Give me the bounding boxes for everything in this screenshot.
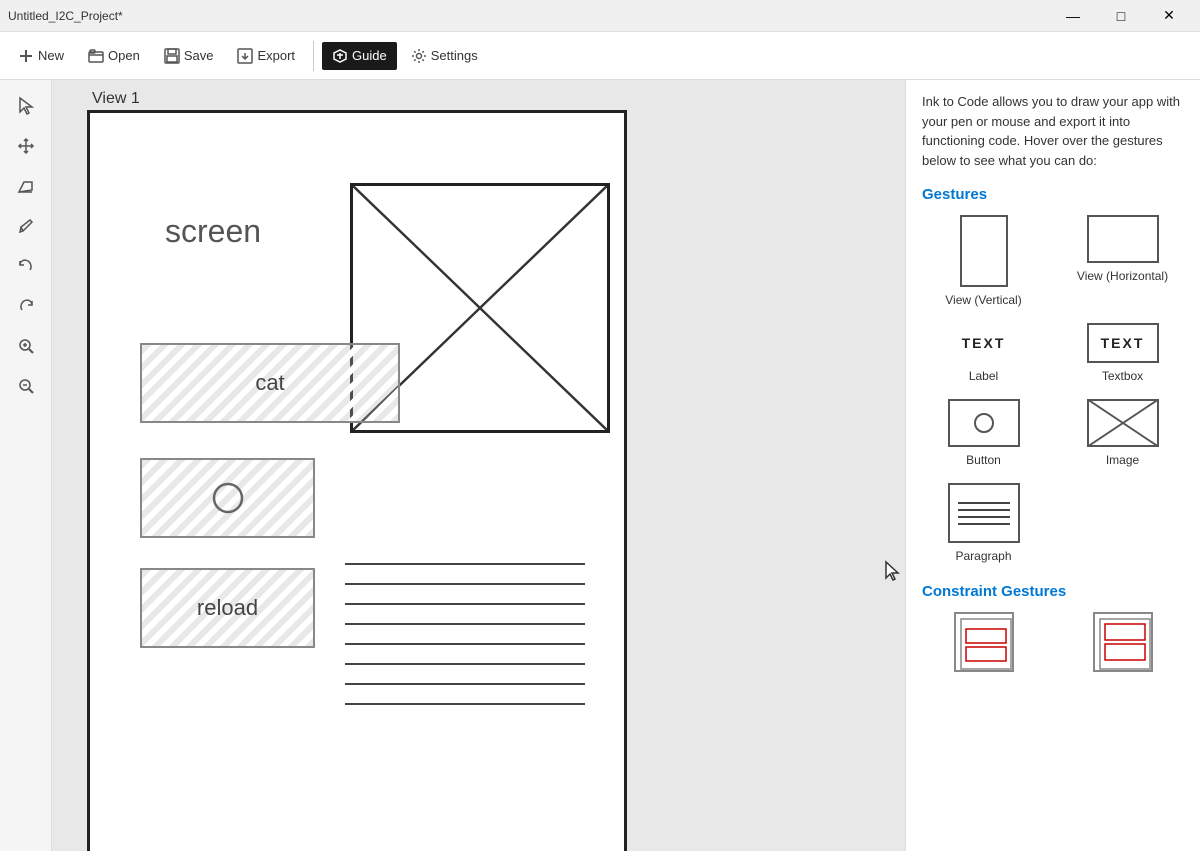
label-gesture-label: Label: [969, 369, 998, 383]
gesture-view-horizontal[interactable]: View (Horizontal): [1061, 215, 1184, 307]
para-line-1: [345, 563, 585, 565]
textbox-gesture-label: Textbox: [1102, 369, 1143, 383]
right-panel: Ink to Code allows you to draw your app …: [905, 80, 1200, 851]
button-gesture-label: Button: [966, 453, 1001, 467]
select-tool[interactable]: [8, 88, 44, 124]
button-gesture-icon: [948, 399, 1020, 447]
main-toolbar: New Open Save Export Guide: [0, 32, 1200, 80]
pan-tool[interactable]: [8, 128, 44, 164]
gestures-grid: View (Vertical) View (Horizontal) TEXT L…: [922, 215, 1184, 563]
toolbar-divider: [313, 41, 314, 71]
gesture-textbox[interactable]: TEXT Textbox: [1061, 323, 1184, 383]
gestures-section-title: Gestures: [922, 186, 1184, 203]
zoom-out-tool[interactable]: [8, 368, 44, 404]
button-circle[interactable]: [140, 458, 315, 538]
open-button[interactable]: Open: [78, 42, 150, 70]
textbox-icon: TEXT: [1087, 323, 1159, 363]
phone-frame: screen cat reload: [87, 110, 627, 851]
gesture-paragraph[interactable]: Paragraph: [922, 483, 1045, 563]
constraint-grid: [922, 612, 1184, 672]
paragraph-gesture-icon: [948, 483, 1020, 543]
constraint-section-title: Constraint Gestures: [922, 583, 1184, 600]
save-button[interactable]: Save: [154, 42, 224, 70]
para-line-8: [345, 703, 585, 705]
panel-intro: Ink to Code allows you to draw your app …: [922, 92, 1184, 170]
close-button[interactable]: ✕: [1146, 0, 1192, 32]
pencil-tool[interactable]: [8, 208, 44, 244]
title-bar: Untitled_I2C_Project* — □ ✕: [0, 0, 1200, 32]
settings-button[interactable]: Settings: [401, 42, 488, 70]
canvas-area[interactable]: View 1 screen cat: [52, 80, 905, 851]
button-circle-icon: [208, 478, 248, 518]
app-title: Untitled_I2C_Project*: [8, 9, 123, 23]
save-icon: [164, 48, 180, 64]
paragraph-gesture-label: Paragraph: [955, 549, 1011, 563]
eraser-tool[interactable]: [8, 168, 44, 204]
open-icon: [88, 48, 104, 64]
para-line-4: [345, 623, 585, 625]
button-reload[interactable]: reload: [140, 568, 315, 648]
view-vertical-label: View (Vertical): [945, 293, 1021, 307]
export-icon: [237, 48, 253, 64]
para-line-5: [345, 643, 585, 645]
gesture-button[interactable]: Button: [922, 399, 1045, 467]
view-horizontal-label: View (Horizontal): [1077, 269, 1168, 283]
new-button[interactable]: New: [8, 42, 74, 70]
minimize-button[interactable]: —: [1050, 0, 1096, 32]
constraint-icon-1: [954, 612, 1014, 672]
gesture-view-vertical[interactable]: View (Vertical): [922, 215, 1045, 307]
export-button[interactable]: Export: [227, 42, 305, 70]
para-line-2: [345, 583, 585, 585]
view-label: View 1: [92, 90, 140, 108]
gesture-label[interactable]: TEXT Label: [922, 323, 1045, 383]
para-line-6: [345, 663, 585, 665]
paragraph-widget: [345, 563, 585, 705]
label-icon: TEXT: [948, 323, 1020, 363]
redo-tool[interactable]: [8, 288, 44, 324]
image-gesture-label: Image: [1106, 453, 1139, 467]
image-gesture-icon: [1087, 399, 1159, 447]
undo-tool[interactable]: [8, 248, 44, 284]
guide-icon: [332, 48, 348, 64]
view-horizontal-icon: [1087, 215, 1159, 263]
guide-button[interactable]: Guide: [322, 42, 397, 70]
left-toolbar: [0, 80, 52, 851]
constraint-icon-2: [1093, 612, 1153, 672]
para-line-7: [345, 683, 585, 685]
new-icon: [18, 48, 34, 64]
cursor: [882, 560, 902, 584]
screen-label: screen: [165, 213, 261, 250]
button-cat[interactable]: cat: [140, 343, 400, 423]
window-controls: — □ ✕: [1050, 0, 1192, 32]
gesture-image[interactable]: Image: [1061, 399, 1184, 467]
settings-icon: [411, 48, 427, 64]
zoom-in-tool[interactable]: [8, 328, 44, 364]
view-vertical-icon: [960, 215, 1008, 287]
constraint-item-1[interactable]: [922, 612, 1045, 672]
main-area: View 1 screen cat: [0, 80, 1200, 851]
para-line-3: [345, 603, 585, 605]
constraint-item-2[interactable]: [1061, 612, 1184, 672]
maximize-button[interactable]: □: [1098, 0, 1144, 32]
